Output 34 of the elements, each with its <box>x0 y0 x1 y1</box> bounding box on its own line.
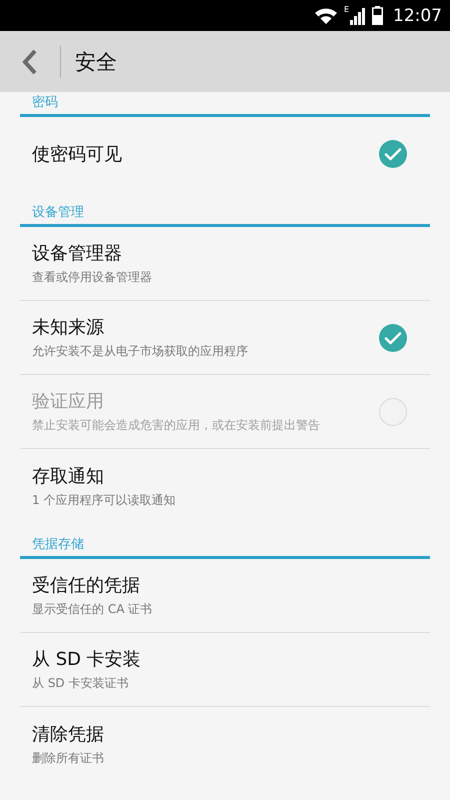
wifi-icon <box>314 6 338 24</box>
setting-summary: 查看或停用设备管理器 <box>32 269 153 286</box>
signal-icon <box>350 6 366 24</box>
setting-summary: 禁止安装可能会造成危害的应用，或在安装前提出警告 <box>32 417 321 434</box>
setting-title: 验证应用 <box>32 390 105 414</box>
network-type: E <box>344 5 349 14</box>
settings-row[interactable]: 从 SD 卡安装 从 SD 卡安装证书 <box>20 633 430 707</box>
clock: 12:07 <box>393 6 442 26</box>
setting-title: 使密码可见 <box>32 143 123 166</box>
setting-title: 设备管理器 <box>32 242 123 266</box>
settings-row[interactable]: 未知来源 允许安装不是从电子市场获取的应用程序 <box>20 301 430 375</box>
section-header: 凭据存储 <box>20 535 430 559</box>
section-header: 设备管理 <box>20 203 430 227</box>
setting-title: 从 SD 卡安装 <box>32 648 142 672</box>
settings-row[interactable]: 设备管理器 查看或停用设备管理器 <box>20 227 430 301</box>
setting-summary: 显示受信任的 CA 证书 <box>32 601 154 618</box>
settings-row[interactable]: 清除凭据 删除所有证书 <box>20 707 430 781</box>
setting-title: 清除凭据 <box>32 722 105 746</box>
settings-row[interactable]: 使密码可见 <box>20 117 430 191</box>
setting-title: 存取通知 <box>32 464 105 488</box>
screen-title: 安全 <box>75 48 117 76</box>
setting-summary: 删除所有证书 <box>32 750 105 766</box>
setting-title: 受信任的凭据 <box>32 574 141 598</box>
checkbox[interactable] <box>378 139 408 169</box>
setting-title: 未知来源 <box>32 316 105 340</box>
setting-summary: 1 个应用程序可以读取通知 <box>32 492 176 508</box>
settings-row[interactable]: 存取通知 1 个应用程序可以读取通知 <box>20 449 430 523</box>
settings-row[interactable]: 受信任的凭据 显示受信任的 CA 证书 <box>20 559 430 633</box>
setting-summary: 允许安装不是从电子市场获取的应用程序 <box>32 343 249 360</box>
checkbox[interactable] <box>378 322 408 352</box>
back-icon <box>22 48 38 74</box>
setting-summary: 从 SD 卡安装证书 <box>32 675 130 692</box>
section-header: 密码 <box>20 93 430 117</box>
battery-icon <box>372 6 383 25</box>
